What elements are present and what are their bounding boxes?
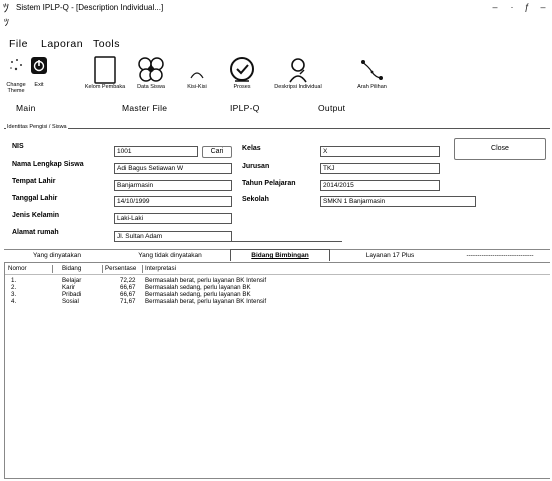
tanggal-lahir-input[interactable]: 14/10/1999 (114, 196, 232, 207)
maximize-button[interactable]: ƒ (521, 2, 533, 12)
window-title: Sistem IPLP-Q - [Description Individual.… (16, 3, 164, 12)
deskripsi-individual-label: Deskripsi Individual (274, 84, 322, 90)
app-icon: ﾂ (3, 1, 10, 15)
tanggal-lahir-label: Tanggal Lahir (12, 195, 58, 202)
results-table: Nomor Bidang Persentase Interpretasi 1. … (4, 262, 550, 479)
menu-bar: File Laporan Tools (0, 36, 552, 52)
cell-nomor: 2. (11, 284, 17, 291)
group-label-main: Main (16, 103, 36, 113)
column-header-bidang[interactable]: Bidang (62, 265, 81, 274)
column-separator (142, 265, 143, 273)
column-separator (52, 265, 53, 273)
alamat-underline (232, 241, 342, 242)
cell-bidang: Sosial (62, 298, 79, 305)
close-window-button[interactable]: ‒ (537, 2, 549, 12)
menu-tools[interactable]: Tools (93, 38, 120, 50)
header-divider (5, 274, 550, 275)
menu-file[interactable]: File (9, 38, 28, 50)
cell-bidang: Pribadi (62, 291, 82, 298)
mdi-child-icon[interactable]: ﾂ (4, 19, 9, 29)
tab-bidang-bimbingan[interactable]: Bidang Bimbingan (230, 249, 330, 261)
cell-nomor: 4. (11, 298, 17, 305)
cell-bidang: Belajar (62, 277, 82, 284)
cell-bidang: Karir (62, 284, 76, 291)
power-icon (31, 57, 47, 74)
palette-icon (10, 59, 22, 71)
cell-persentase: 66,67 (120, 284, 136, 291)
sekolah-input[interactable]: SMKN 1 Banjarmasin (320, 196, 476, 207)
identity-legend: Identitas Pengisi / Siswa (6, 124, 68, 130)
cell-nomor: 3. (11, 291, 17, 298)
sekolah-label: Sekolah (242, 196, 269, 203)
jenis-kelamin-input[interactable]: Laki-Laki (114, 213, 232, 224)
minimize-button[interactable]: ‒ (489, 2, 501, 12)
path-icon (361, 60, 383, 80)
restore-button[interactable]: · (506, 2, 518, 12)
cell-persentase: 71,67 (120, 298, 136, 305)
cell-persentase: 72,22 (120, 277, 136, 284)
alamat-input[interactable]: Jl. Sultan Adam (114, 231, 232, 242)
change-theme-label: Change Theme (6, 82, 26, 94)
tahun-pelajaran-label: Tahun Pelajaran (242, 180, 296, 187)
person-icon (289, 58, 307, 83)
nama-input[interactable]: Adi Bagus Setiawan W (114, 163, 232, 174)
process-icon (230, 57, 254, 82)
cell-nomor: 1. (11, 277, 17, 284)
nis-label: NIS (12, 143, 24, 150)
cell-interpretasi: Bermasalah sedang, perlu layanan BK (145, 284, 251, 291)
cell-interpretasi: Bermasalah berat, perlu layanan BK Inten… (145, 277, 267, 284)
students-icon (138, 57, 164, 82)
tab-extra[interactable]: ------------------------------- (450, 249, 550, 261)
data-siswa-label: Data Siswa (137, 84, 165, 90)
column-separator (102, 265, 103, 273)
tab-layanan-17-plus[interactable]: Layanan 17 Plus (330, 249, 450, 261)
column-header-interpretasi[interactable]: Interpretasi (145, 265, 176, 274)
arah-pilihan-button[interactable]: Arah Pilihan (350, 54, 394, 116)
tab-yang-tidak-dinyatakan[interactable]: Yang tidak dinyatakan (110, 249, 230, 261)
ribbon-toolbar: Change Theme Exit Kelom Pembaka Data Sis… (0, 54, 552, 118)
title-bar: ﾂ Sistem IPLP-Q - [Description Individua… (0, 0, 552, 18)
cell-persentase: 66,67 (120, 291, 136, 298)
tahun-pelajaran-input[interactable]: 2014/2015 (320, 180, 440, 191)
exit-label: Exit (34, 82, 44, 88)
cell-interpretasi: Bermasalah sedang, perlu layanan BK (145, 291, 251, 298)
identity-group: Identitas Pengisi / Siswa NIS 1001 Cari … (4, 124, 550, 246)
column-header-persentase[interactable]: Persentase (105, 265, 136, 274)
kelas-label: Kelas (242, 145, 261, 152)
kisi-kisi-button[interactable]: Kisi-Kisi (185, 54, 209, 116)
group-label-iplp-q: IPLP-Q (230, 103, 260, 113)
jurusan-input[interactable]: TKJ (320, 163, 440, 174)
jurusan-label: Jurusan (242, 163, 270, 170)
deskripsi-individual-button[interactable]: Deskripsi Individual (272, 54, 324, 116)
arc-icon (190, 72, 204, 79)
nama-label: Nama Lengkap Siswa (12, 161, 84, 168)
kelas-input[interactable]: X (320, 146, 440, 157)
proses-label: Proses (233, 84, 251, 90)
cari-button[interactable]: Cari (202, 146, 232, 158)
document-icon (94, 56, 116, 84)
tab-yang-dinyatakan[interactable]: Yang dinyatakan (4, 249, 110, 261)
jenis-kelamin-label: Jenis Kelamin (12, 212, 60, 219)
nis-input[interactable]: 1001 (114, 146, 198, 157)
arah-pilihan-label: Arah Pilihan (357, 84, 387, 90)
group-label-output: Output (318, 103, 346, 113)
alamat-label: Alamat rumah (12, 229, 59, 236)
cell-interpretasi: Bermasalah berat, perlu layanan BK Inten… (145, 298, 267, 305)
kisi-kisi-label: Kisi-Kisi (187, 84, 207, 90)
close-button[interactable]: Close (454, 138, 546, 160)
column-header-nomor[interactable]: Nomor (8, 265, 27, 274)
kelom-pembaka-label: Kelom Pembaka (84, 84, 126, 90)
tab-strip: Yang dinyatakan Yang tidak dinyatakan Bi… (4, 249, 550, 261)
group-label-master-file: Master File (122, 103, 168, 113)
menu-laporan[interactable]: Laporan (41, 38, 83, 50)
tempat-lahir-label: Tempat Lahir (12, 178, 56, 185)
tempat-lahir-input[interactable]: Banjarmasin (114, 180, 232, 191)
